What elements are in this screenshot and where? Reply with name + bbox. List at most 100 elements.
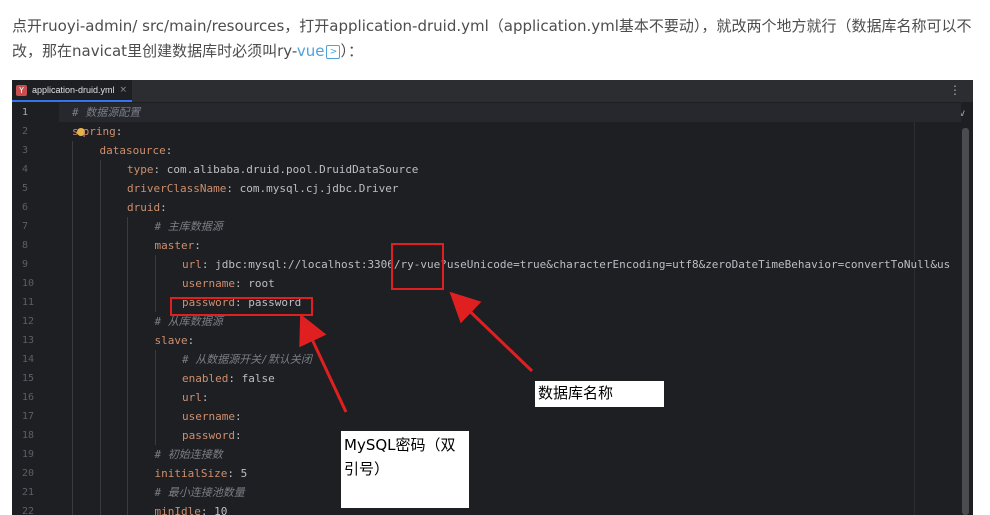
yaml-key: type (127, 163, 154, 176)
indent-guide (72, 312, 73, 331)
indent-guide (72, 198, 73, 217)
line-number: 13 (22, 335, 35, 346)
vertical-scrollbar[interactable] (962, 128, 969, 515)
indent-guide (99, 293, 101, 312)
yaml-value: : (234, 429, 242, 442)
code-comment: # 数据源配置 (72, 106, 141, 119)
yaml-key: username (182, 410, 235, 423)
code-line[interactable]: datasource: (59, 141, 961, 160)
code-line[interactable]: username: root (59, 274, 961, 293)
indent-guide (72, 179, 73, 198)
code-comment: # 主库数据源 (154, 220, 223, 233)
line-number: 8 (22, 240, 29, 251)
line-number: 15 (22, 373, 35, 384)
indent-guide (99, 426, 101, 445)
line-number: 3 (22, 145, 29, 156)
line-number: 19 (22, 449, 35, 460)
indent-guide (154, 255, 156, 274)
more-options-icon[interactable]: ⋮ (949, 84, 961, 96)
code-line[interactable]: type: com.alibaba.druid.pool.DruidDataSo… (59, 160, 961, 179)
indent-guide (154, 293, 156, 312)
indent-guide (127, 331, 128, 350)
indent-guide (72, 331, 73, 350)
indent-guide (154, 369, 156, 388)
yaml-key: datasource (99, 144, 166, 157)
code-line[interactable]: # 最小连接池数量 (59, 483, 961, 502)
yaml-file-icon: Y (16, 84, 27, 96)
indent-guide (99, 312, 101, 331)
code-comment: # 初始连接数 (154, 448, 223, 461)
yaml-key: url (182, 391, 202, 404)
yaml-key: druid (127, 201, 161, 214)
db-name-label: 数据库名称 (535, 381, 664, 407)
yaml-value: : 10 (200, 505, 228, 515)
indent-guide (127, 312, 128, 331)
line-number: 2 (22, 126, 29, 137)
indent-guide (72, 160, 73, 179)
code-line[interactable]: minIdle: 10 (59, 502, 961, 515)
line-number: 7 (22, 221, 29, 232)
yaml-value: : (194, 239, 201, 252)
lightbulb-icon[interactable] (76, 128, 85, 136)
yaml-key: username (182, 277, 235, 290)
tab-application-druid-yml[interactable]: Y application-druid.yml × (12, 80, 132, 102)
indent-guide (127, 502, 128, 515)
yaml-key: initialSize (154, 467, 228, 480)
indent-guide (154, 350, 156, 369)
yaml-key: url (182, 258, 202, 271)
code-comment: # 从数据源开关/默认关闭 (182, 353, 312, 366)
indent-guide (127, 445, 128, 464)
code-line[interactable]: druid: (59, 198, 961, 217)
code-line[interactable]: master: (59, 236, 961, 255)
close-icon[interactable]: × (120, 85, 128, 95)
code-line[interactable]: url: (59, 388, 961, 407)
yaml-key: driverClassName (127, 182, 227, 195)
code-line[interactable]: initialSize: 5 (59, 464, 961, 483)
indent-guide (99, 331, 101, 350)
line-number-gutter: 1 2 3 4 5 6 7 8 9 10 11 12 13 14 15 16 17 18 19 20 21 22 (12, 103, 58, 515)
ry-vue-link[interactable]: vue (297, 42, 325, 60)
yaml-key: enabled (182, 372, 229, 385)
code-line[interactable]: password: (59, 426, 961, 445)
terminal-link-icon[interactable]: > (326, 44, 341, 59)
code-line[interactable]: enabled: false (59, 369, 961, 388)
code-line[interactable]: # 初始连接数 (59, 445, 961, 464)
line-number: 22 (22, 506, 35, 515)
yaml-value: : (165, 144, 173, 157)
line-number: 14 (22, 354, 35, 365)
yaml-value: : (234, 410, 242, 423)
indent-guide (72, 141, 73, 160)
yaml-value: : (160, 201, 167, 214)
code-line[interactable]: # 数据源配置 (59, 103, 961, 122)
yaml-value: : (201, 391, 209, 404)
indent-guide (72, 350, 73, 369)
intro-paragraph: 点开ruoyi-admin/ src/main/resources，打开appl… (12, 14, 977, 64)
yaml-value: : com.mysql.cj.jdbc.Driver (226, 182, 399, 195)
code-line[interactable]: # 主库数据源 (59, 217, 961, 236)
code-line[interactable]: slave: (59, 331, 961, 350)
indent-guide (127, 293, 128, 312)
indent-guide (127, 483, 128, 502)
code-comment: # 从库数据源 (154, 315, 223, 328)
code-line[interactable]: driverClassName: com.mysql.cj.jdbc.Drive… (59, 179, 961, 198)
code-line[interactable]: s pring: (59, 122, 961, 141)
indent-guide (127, 369, 128, 388)
indent-guide (154, 274, 156, 293)
indent-guide (127, 255, 128, 274)
yaml-key: password (182, 429, 235, 442)
indent-guide (99, 274, 101, 293)
line-number: 4 (22, 164, 29, 175)
indent-guide (72, 502, 73, 515)
code-line[interactable]: username: (59, 407, 961, 426)
line-number: 12 (22, 316, 35, 327)
indent-guide (99, 483, 101, 502)
db-name-highlight-box (391, 243, 444, 290)
indent-guide (99, 255, 101, 274)
indent-guide (127, 217, 128, 236)
line-number: 16 (22, 392, 35, 403)
code-line[interactable]: url: jdbc:mysql://localhost:3306/ry-vue?… (59, 255, 961, 274)
line-number: 21 (22, 487, 35, 498)
code-line[interactable]: # 从数据源开关/默认关闭 (59, 350, 961, 369)
yaml-value: : (187, 334, 195, 347)
line-number: 1 (22, 107, 29, 118)
